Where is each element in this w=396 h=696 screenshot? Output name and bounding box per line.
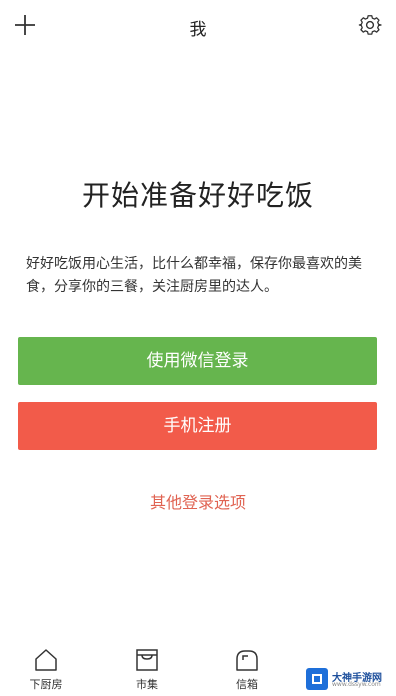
wechat-login-button[interactable]: 使用微信登录 — [18, 337, 377, 385]
store-icon — [136, 649, 158, 671]
other-login-options-link[interactable]: 其他登录选项 — [0, 489, 396, 513]
top-bar: 我 — [0, 0, 396, 52]
watermark-url: www.dssyw.com — [332, 681, 381, 688]
site-watermark: 大神手游网 www.dssyw.com — [306, 666, 392, 692]
login-screen: 我 开始准备好好吃饭 好好吃饭用心生活，比什么都幸福，保存你最喜欢的美食，分享你… — [0, 0, 396, 696]
house-icon — [35, 649, 57, 671]
tab-label: 市集 — [136, 678, 158, 691]
tab-label: 信箱 — [236, 678, 258, 691]
page-title: 我 — [189, 20, 207, 40]
mailbox-icon — [236, 650, 258, 671]
gear-icon[interactable] — [358, 13, 382, 37]
watermark-logo-icon — [306, 668, 328, 690]
tab-kitchen[interactable]: 下厨房 — [11, 648, 81, 692]
phone-register-button[interactable]: 手机注册 — [18, 402, 377, 450]
tab-label: 下厨房 — [29, 678, 63, 691]
tab-market[interactable]: 市集 — [112, 648, 182, 692]
intro-text: 好好吃饭用心生活，比什么都幸福，保存你最喜欢的美食，分享你的三餐，关注厨房里的达… — [26, 256, 362, 295]
welcome-headline: 开始准备好好吃饭 — [81, 179, 314, 212]
tab-inbox[interactable]: 信箱 — [212, 648, 282, 692]
